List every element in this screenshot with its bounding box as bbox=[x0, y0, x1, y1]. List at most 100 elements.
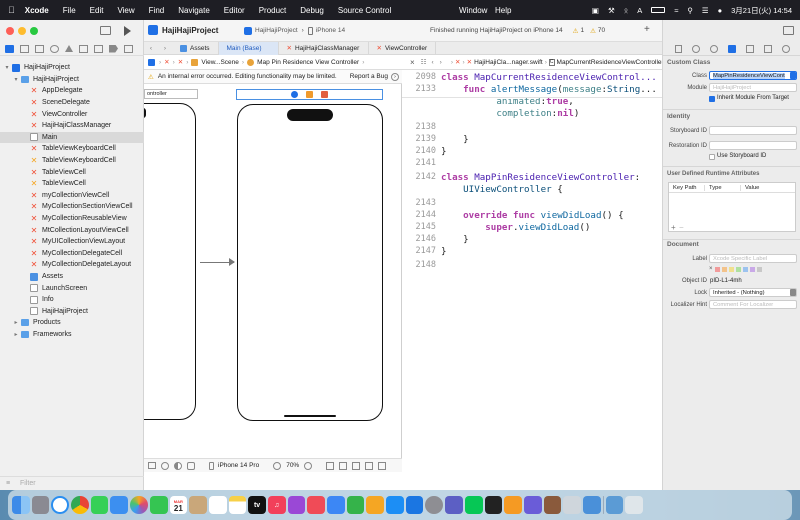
code-line[interactable]: UIViewController { bbox=[402, 184, 662, 196]
test-nav-icon[interactable] bbox=[79, 44, 88, 53]
tree-item-tableviewkeyboardcell[interactable]: ✕ TableViewKeyboardCell bbox=[0, 155, 144, 167]
trash-icon[interactable] bbox=[625, 496, 643, 514]
menu-debug[interactable]: Debug bbox=[300, 6, 324, 15]
swatch-yellow[interactable] bbox=[728, 266, 734, 272]
tab-view-controller[interactable]: ✕ ViewController bbox=[369, 41, 437, 55]
pin-icon[interactable] bbox=[352, 461, 361, 470]
chrome-icon[interactable] bbox=[71, 496, 89, 514]
menu-edit[interactable]: Edit bbox=[90, 6, 104, 15]
finder-icon[interactable] bbox=[12, 496, 30, 514]
dark-mode-icon[interactable] bbox=[174, 461, 182, 470]
disclosure-open-icon[interactable]: ▾ bbox=[3, 64, 11, 71]
keynote-icon[interactable] bbox=[327, 496, 345, 514]
tv-icon[interactable]: tv bbox=[248, 496, 266, 514]
tab-forward-icon[interactable]: › bbox=[158, 45, 172, 52]
code-editor[interactable]: 2098 class MapCurrentResidenceViewControl… bbox=[402, 70, 662, 472]
tree-item-tableviewcell[interactable]: ✕ TableViewCell bbox=[0, 166, 144, 178]
first-responder-icon[interactable] bbox=[306, 91, 313, 98]
tree-item-assets[interactable]: Assets bbox=[0, 271, 144, 283]
menu-source-control[interactable]: Source Control bbox=[338, 6, 391, 15]
disclosure-open-icon[interactable]: ▾ bbox=[12, 76, 20, 83]
swatch-purple[interactable] bbox=[749, 266, 755, 272]
disclosure-closed-icon[interactable]: ▸ bbox=[12, 319, 20, 326]
tree-item-mycollectionsectionviewcell[interactable]: ✕ MyCollectionSectionViewCell bbox=[0, 201, 144, 213]
zoom-in-icon[interactable] bbox=[304, 461, 313, 470]
photos-icon[interactable] bbox=[130, 496, 148, 514]
scene-title-bar[interactable] bbox=[236, 89, 383, 100]
help-inspector-icon[interactable] bbox=[709, 44, 718, 53]
tree-item-mycollectiondelegatecell[interactable]: ✕ MyCollectionDelegateCell bbox=[0, 248, 144, 260]
code-line[interactable]: 2143 bbox=[402, 198, 662, 210]
reminders-icon[interactable] bbox=[208, 496, 227, 514]
swift-icon[interactable]: ✕ bbox=[455, 58, 460, 66]
books-icon[interactable] bbox=[504, 496, 522, 514]
code-line[interactable]: completion:nil) bbox=[402, 108, 662, 120]
tree-item-hajihajiproject[interactable]: HajiHajiProject bbox=[0, 306, 144, 318]
type-col[interactable]: Type bbox=[705, 184, 741, 191]
disclosure-closed-icon[interactable]: ▸ bbox=[12, 331, 20, 338]
udra-table[interactable]: Key Path Type Value + − bbox=[668, 182, 796, 232]
device-icon[interactable] bbox=[209, 461, 214, 470]
add-attribute-button[interactable]: + bbox=[671, 223, 676, 232]
zoom-window-button[interactable] bbox=[30, 27, 38, 35]
xcode-icon[interactable] bbox=[405, 496, 424, 514]
status-battery-icon[interactable] bbox=[651, 7, 666, 13]
status-wifi-icon[interactable]: ≈ bbox=[674, 6, 678, 15]
minimize-window-button[interactable] bbox=[18, 27, 26, 35]
tab-hajihaji-class-manager[interactable]: ✕ HajiHajiClassManager bbox=[279, 41, 369, 55]
lock-select[interactable]: Inherited - (Nothing) bbox=[709, 288, 797, 297]
tree-item-mtcollectionlayoutviewcell[interactable]: ✕ MtCollectionLayoutViewCell bbox=[0, 224, 144, 236]
update-frames-icon[interactable] bbox=[326, 461, 335, 470]
podcasts-icon[interactable] bbox=[287, 496, 306, 514]
menu-product[interactable]: Product bbox=[259, 6, 287, 15]
code-line[interactable]: 2148 bbox=[402, 260, 662, 272]
tree-item-info[interactable]: Info bbox=[0, 294, 144, 306]
tree-item-mycollectionviewcell[interactable]: ✕ myCollectionViewCell bbox=[0, 190, 144, 202]
key-path-col[interactable]: Key Path bbox=[669, 184, 705, 191]
numbers-icon[interactable] bbox=[346, 496, 365, 514]
tree-group-products[interactable]: ▸ Products bbox=[0, 317, 144, 329]
storyboard-canvas[interactable]: ontroller bbox=[144, 84, 402, 458]
related-items-icon[interactable]: ☷ bbox=[421, 58, 427, 66]
no-color-icon[interactable]: × bbox=[709, 266, 713, 272]
system-settings-icon[interactable] bbox=[425, 496, 444, 514]
file-inspector-icon[interactable] bbox=[674, 44, 682, 53]
tree-project-root[interactable]: ▾ HajiHajiProject bbox=[0, 62, 144, 74]
close-window-button[interactable] bbox=[6, 27, 14, 35]
status-a-icon[interactable]: A bbox=[637, 6, 642, 15]
mail-icon[interactable] bbox=[110, 496, 129, 514]
size-inspector-icon[interactable] bbox=[763, 44, 772, 53]
add-button[interactable]: + bbox=[644, 24, 650, 35]
notes-icon[interactable] bbox=[228, 496, 247, 514]
inspector-toggle-icon[interactable] bbox=[783, 26, 794, 35]
tree-item-mycollectionreusableview[interactable]: ✕ MyCollectionReusableView bbox=[0, 213, 144, 225]
status-control-center-icon[interactable]: ☰ bbox=[702, 6, 709, 15]
report-bug-button[interactable]: Report a Bug bbox=[350, 73, 388, 80]
localizer-field[interactable]: Comment For Localizer bbox=[709, 300, 797, 309]
code-line[interactable]: 2144 override func viewDidLoad() { bbox=[402, 210, 662, 222]
report-nav-icon[interactable] bbox=[124, 44, 133, 53]
resolve-icon[interactable] bbox=[365, 461, 374, 470]
symbol-nav-icon[interactable] bbox=[35, 44, 44, 53]
inherit-checkbox[interactable] bbox=[709, 96, 715, 102]
filter-input[interactable]: Filter bbox=[20, 480, 36, 487]
restoration-id-field[interactable] bbox=[709, 141, 797, 150]
swatch-gray[interactable] bbox=[756, 266, 762, 272]
status-box-icon[interactable]: ▣ bbox=[592, 6, 599, 15]
line-icon[interactable] bbox=[464, 496, 483, 514]
facetime-icon[interactable] bbox=[149, 496, 168, 514]
align-icon[interactable] bbox=[339, 461, 348, 470]
embed-icon[interactable] bbox=[378, 461, 387, 470]
app-store-icon[interactable] bbox=[386, 496, 404, 514]
tree-item-myuicollectionviewlayout[interactable]: ✕ MyUICollectionViewLayout bbox=[0, 236, 144, 248]
attributes-inspector-icon[interactable] bbox=[745, 44, 754, 53]
tree-item-tableviewcell[interactable]: ✕ TableViewCell bbox=[0, 178, 144, 190]
code-line[interactable]: 2146 } bbox=[402, 234, 662, 246]
sidebar-toggle-icon[interactable] bbox=[100, 26, 111, 35]
status-siri-icon[interactable]: ● bbox=[718, 6, 723, 15]
status-search-icon[interactable]: ⚲ bbox=[687, 6, 693, 15]
files-app-icon[interactable] bbox=[582, 496, 601, 514]
warning-icon[interactable]: ⚠ bbox=[573, 27, 579, 35]
identity-inspector-icon[interactable] bbox=[727, 44, 736, 53]
news-icon[interactable] bbox=[307, 496, 325, 514]
